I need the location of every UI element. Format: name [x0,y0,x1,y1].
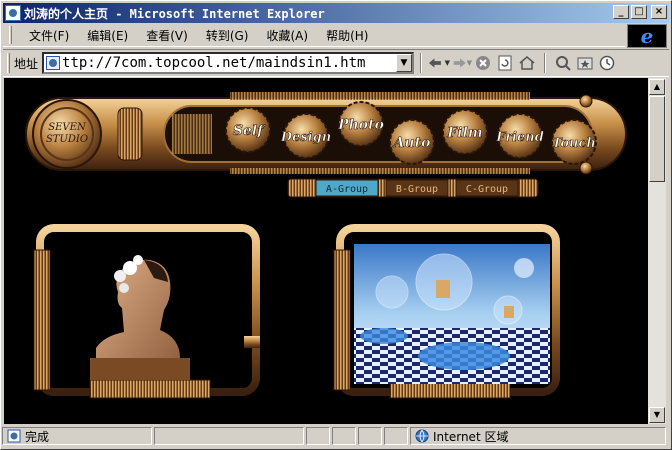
studio-logo[interactable]: SEVEN STUDIO [32,99,102,169]
portrait-photo [54,238,244,380]
status-panel [154,427,304,445]
nav-label-friend: Friend [495,130,544,145]
vertical-scrollbar[interactable]: ▲ ▼ [648,78,666,424]
stop-icon [476,56,491,70]
toolbar-separator [420,53,423,73]
toolbar-grip[interactable] [7,53,10,73]
close-button[interactable]: × [651,5,667,19]
page-content: SEVEN STUDIO Self Design Photo Auto Film… [4,78,648,424]
portrait-frame[interactable] [33,224,260,399]
refresh-icon [498,55,512,71]
ie-logo-glyph: e [640,24,654,48]
scroll-thumb[interactable] [649,96,665,182]
menu-file[interactable]: 文件(F) [20,27,78,44]
address-label: 地址 [14,56,39,71]
refresh-button[interactable] [494,52,516,74]
address-input[interactable] [62,54,393,72]
page-icon [5,5,21,21]
page-done-icon [7,429,21,443]
scroll-down-button[interactable]: ▼ [649,407,665,423]
internet-globe-icon [415,429,429,443]
stop-button[interactable] [472,52,494,74]
nav-button-film[interactable]: Film [442,109,488,155]
arrow-right-icon [453,58,466,68]
status-bar: 完成 Internet 区域 [2,426,668,446]
history-button[interactable] [596,52,618,74]
nav-label-design: Design [280,130,331,145]
group-tab-a[interactable]: A-Group [315,179,379,197]
nav-label-auto: Auto [392,135,431,151]
ie-logo-icon: e [627,24,667,48]
search-icon [556,56,571,71]
status-panel [306,427,330,445]
logo-line2: STUDIO [46,134,88,145]
address-field[interactable]: ▼ [42,52,415,74]
history-icon [599,55,615,71]
address-bar: 地址 ▼ ▼ ▼ [3,49,669,77]
page-icon [46,56,61,70]
address-dropdown-button[interactable]: ▼ [396,54,413,72]
nav-label-touch: Touch [552,136,596,151]
nav-button-self[interactable]: Self [225,107,271,153]
zone-text: Internet 区域 [433,429,509,444]
security-zone-panel: Internet 区域 [410,427,666,445]
group-tab-c[interactable]: C-Group [455,179,519,197]
favorites-icon [577,57,593,70]
group-label-b: B-Group [396,184,438,195]
group-label-a: A-Group [326,184,368,195]
back-button[interactable]: ▼ [428,52,450,74]
toolbar-grip[interactable] [9,26,12,44]
site-canvas: SEVEN STUDIO Self Design Photo Auto Film… [25,92,627,399]
forward-button[interactable]: ▼ [450,52,472,74]
artwork-image [354,244,550,384]
status-panel [358,427,382,445]
title-bar[interactable]: 刘涛的个人主页 - Microsoft Internet Explorer _ … [3,3,669,23]
status-panel [384,427,408,445]
group-label-c: C-Group [466,184,508,195]
toolbar-separator [544,53,547,73]
nav-label-film: Film [446,125,482,141]
menu-help[interactable]: 帮助(H) [317,27,377,44]
nav-label-photo: Photo [337,117,384,133]
nav-label-self: Self [233,123,266,139]
status-panel-main: 完成 [2,427,152,445]
scroll-up-button[interactable]: ▲ [649,79,665,95]
status-text: 完成 [25,429,50,444]
home-icon [519,56,535,70]
menu-favorites[interactable]: 收藏(A) [257,27,317,44]
group-tabs: A-Group B-Group C-Group [287,178,539,198]
arrow-left-icon [428,58,441,68]
artwork-frame[interactable] [333,224,560,399]
nav-button-touch[interactable]: Touch [551,119,597,165]
minimize-button[interactable]: _ [613,5,629,19]
window-title: 刘涛的个人主页 - Microsoft Internet Explorer [24,6,325,21]
status-panel [332,427,356,445]
menu-view[interactable]: 查看(V) [137,27,197,44]
home-button[interactable] [516,52,538,74]
menu-go[interactable]: 转到(G) [197,27,258,44]
nav-button-auto[interactable]: Auto [389,119,435,165]
logo-line1: SEVEN [48,122,87,133]
menu-edit[interactable]: 编辑(E) [78,27,137,44]
menu-bar: 文件(F) 编辑(E) 查看(V) 转到(G) 收藏(A) 帮助(H) [3,24,625,47]
group-tab-b[interactable]: B-Group [385,179,449,197]
maximize-button[interactable]: □ [631,5,647,19]
favorites-button[interactable] [574,52,596,74]
search-button[interactable] [552,52,574,74]
